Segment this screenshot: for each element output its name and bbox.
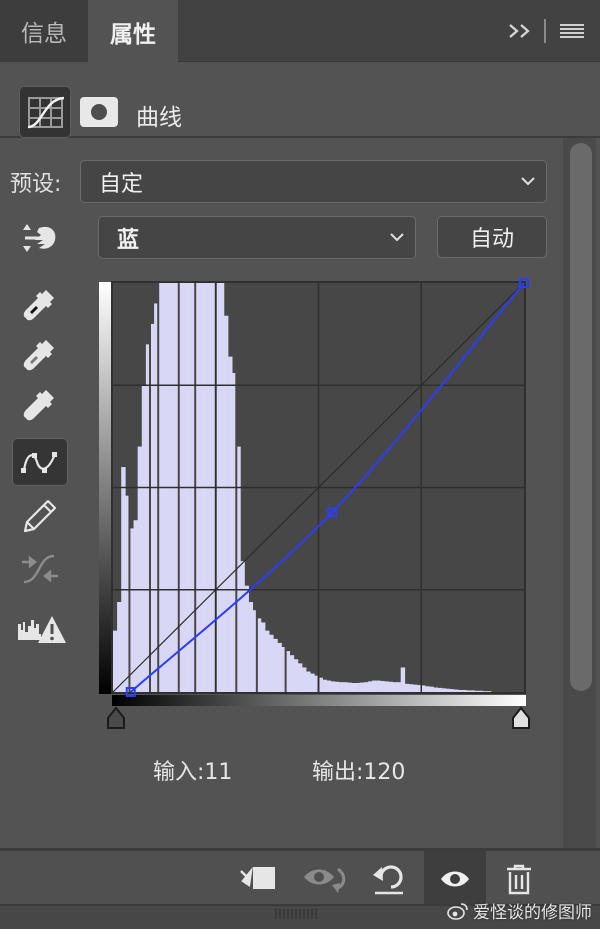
histogram-bin [269,634,274,692]
histogram-bin [413,684,418,692]
histogram-bin [478,690,484,692]
histogram-bin [380,680,385,692]
eye-icon [441,871,469,887]
weibo-logo-icon [447,902,468,920]
histogram-bin [367,681,373,692]
histogram-bin [392,682,397,692]
histogram-bin [310,673,315,692]
view-previous-state-icon [304,867,346,893]
output-readout: 输出:120 [312,760,406,785]
histogram-bin [293,659,299,692]
white-point-slider[interactable] [512,706,530,729]
histogram-bin [244,585,249,692]
histogram-bin [396,682,401,692]
histogram-bin [466,690,471,692]
histogram-bin [306,671,311,692]
histogram-bin [388,681,393,692]
black-point-slider[interactable] [107,706,125,729]
histogram-bin [445,688,451,692]
histogram-bin [326,680,332,692]
clip-to-layer-icon [240,866,275,889]
histogram-bin [433,687,438,692]
histogram-bin [137,446,143,692]
histogram-bin [425,686,430,692]
histogram-bin [113,630,118,692]
histogram-bin [302,667,307,692]
output-gradient-bar [99,282,111,694]
histogram-bin [297,663,303,692]
panel-footer [0,848,600,907]
histogram-bin [458,689,463,692]
histogram-bin [322,679,328,692]
histogram-bin [277,642,282,692]
histogram-bin [248,602,254,692]
reset-icon [373,865,403,895]
histogram-bin [470,690,475,692]
histogram-bin [343,682,348,692]
histogram-bin [437,687,443,692]
histogram-bin [289,655,295,692]
histogram-bin [404,683,410,692]
histogram-bin [371,680,377,692]
input-gradient-bar [112,695,526,706]
histogram-bin [429,686,434,692]
reset-button[interactable] [358,851,420,907]
histogram-bin [351,683,356,692]
histogram-bin [117,602,122,692]
histogram-bin [474,690,480,692]
histogram-bin [273,638,278,692]
clip-to-layer-button[interactable] [226,851,288,907]
histogram-bin [141,385,147,692]
histogram-bin [441,688,447,692]
watermark-text: 爱怪谈的修图师 [473,903,592,923]
histogram-bin [121,467,126,692]
histogram-bin [363,682,369,692]
histogram-bin [454,689,459,692]
histogram-bin [376,680,381,692]
histogram-bin [260,622,266,692]
watermark: 爱怪谈的修图师 [447,898,592,923]
resize-grip[interactable] [275,909,319,919]
histogram-bin [384,681,389,692]
histogram-bin [339,682,344,692]
histogram-bin [228,356,233,692]
input-readout: 输入:11 [153,760,233,785]
histogram-bin [482,691,488,692]
histogram-bin [347,682,352,692]
histogram-bin [359,682,365,692]
view-previous-state-button[interactable] [294,851,356,907]
histogram-bin [240,561,245,692]
histogram-bin [265,630,270,692]
histogram-bin [400,667,406,692]
curves-graph[interactable] [0,0,600,740]
scrollbar-thumb[interactable] [570,143,592,691]
histogram-bin [408,684,414,692]
histogram-bin [450,689,455,692]
histogram-bin [223,315,229,692]
histogram-bin [487,691,492,692]
trash-icon [507,864,531,895]
histogram-bin [355,683,360,692]
histogram-bin [330,681,336,692]
histogram-bin [462,689,467,692]
histogram-bin [133,520,138,692]
histogram-bin [334,681,340,692]
